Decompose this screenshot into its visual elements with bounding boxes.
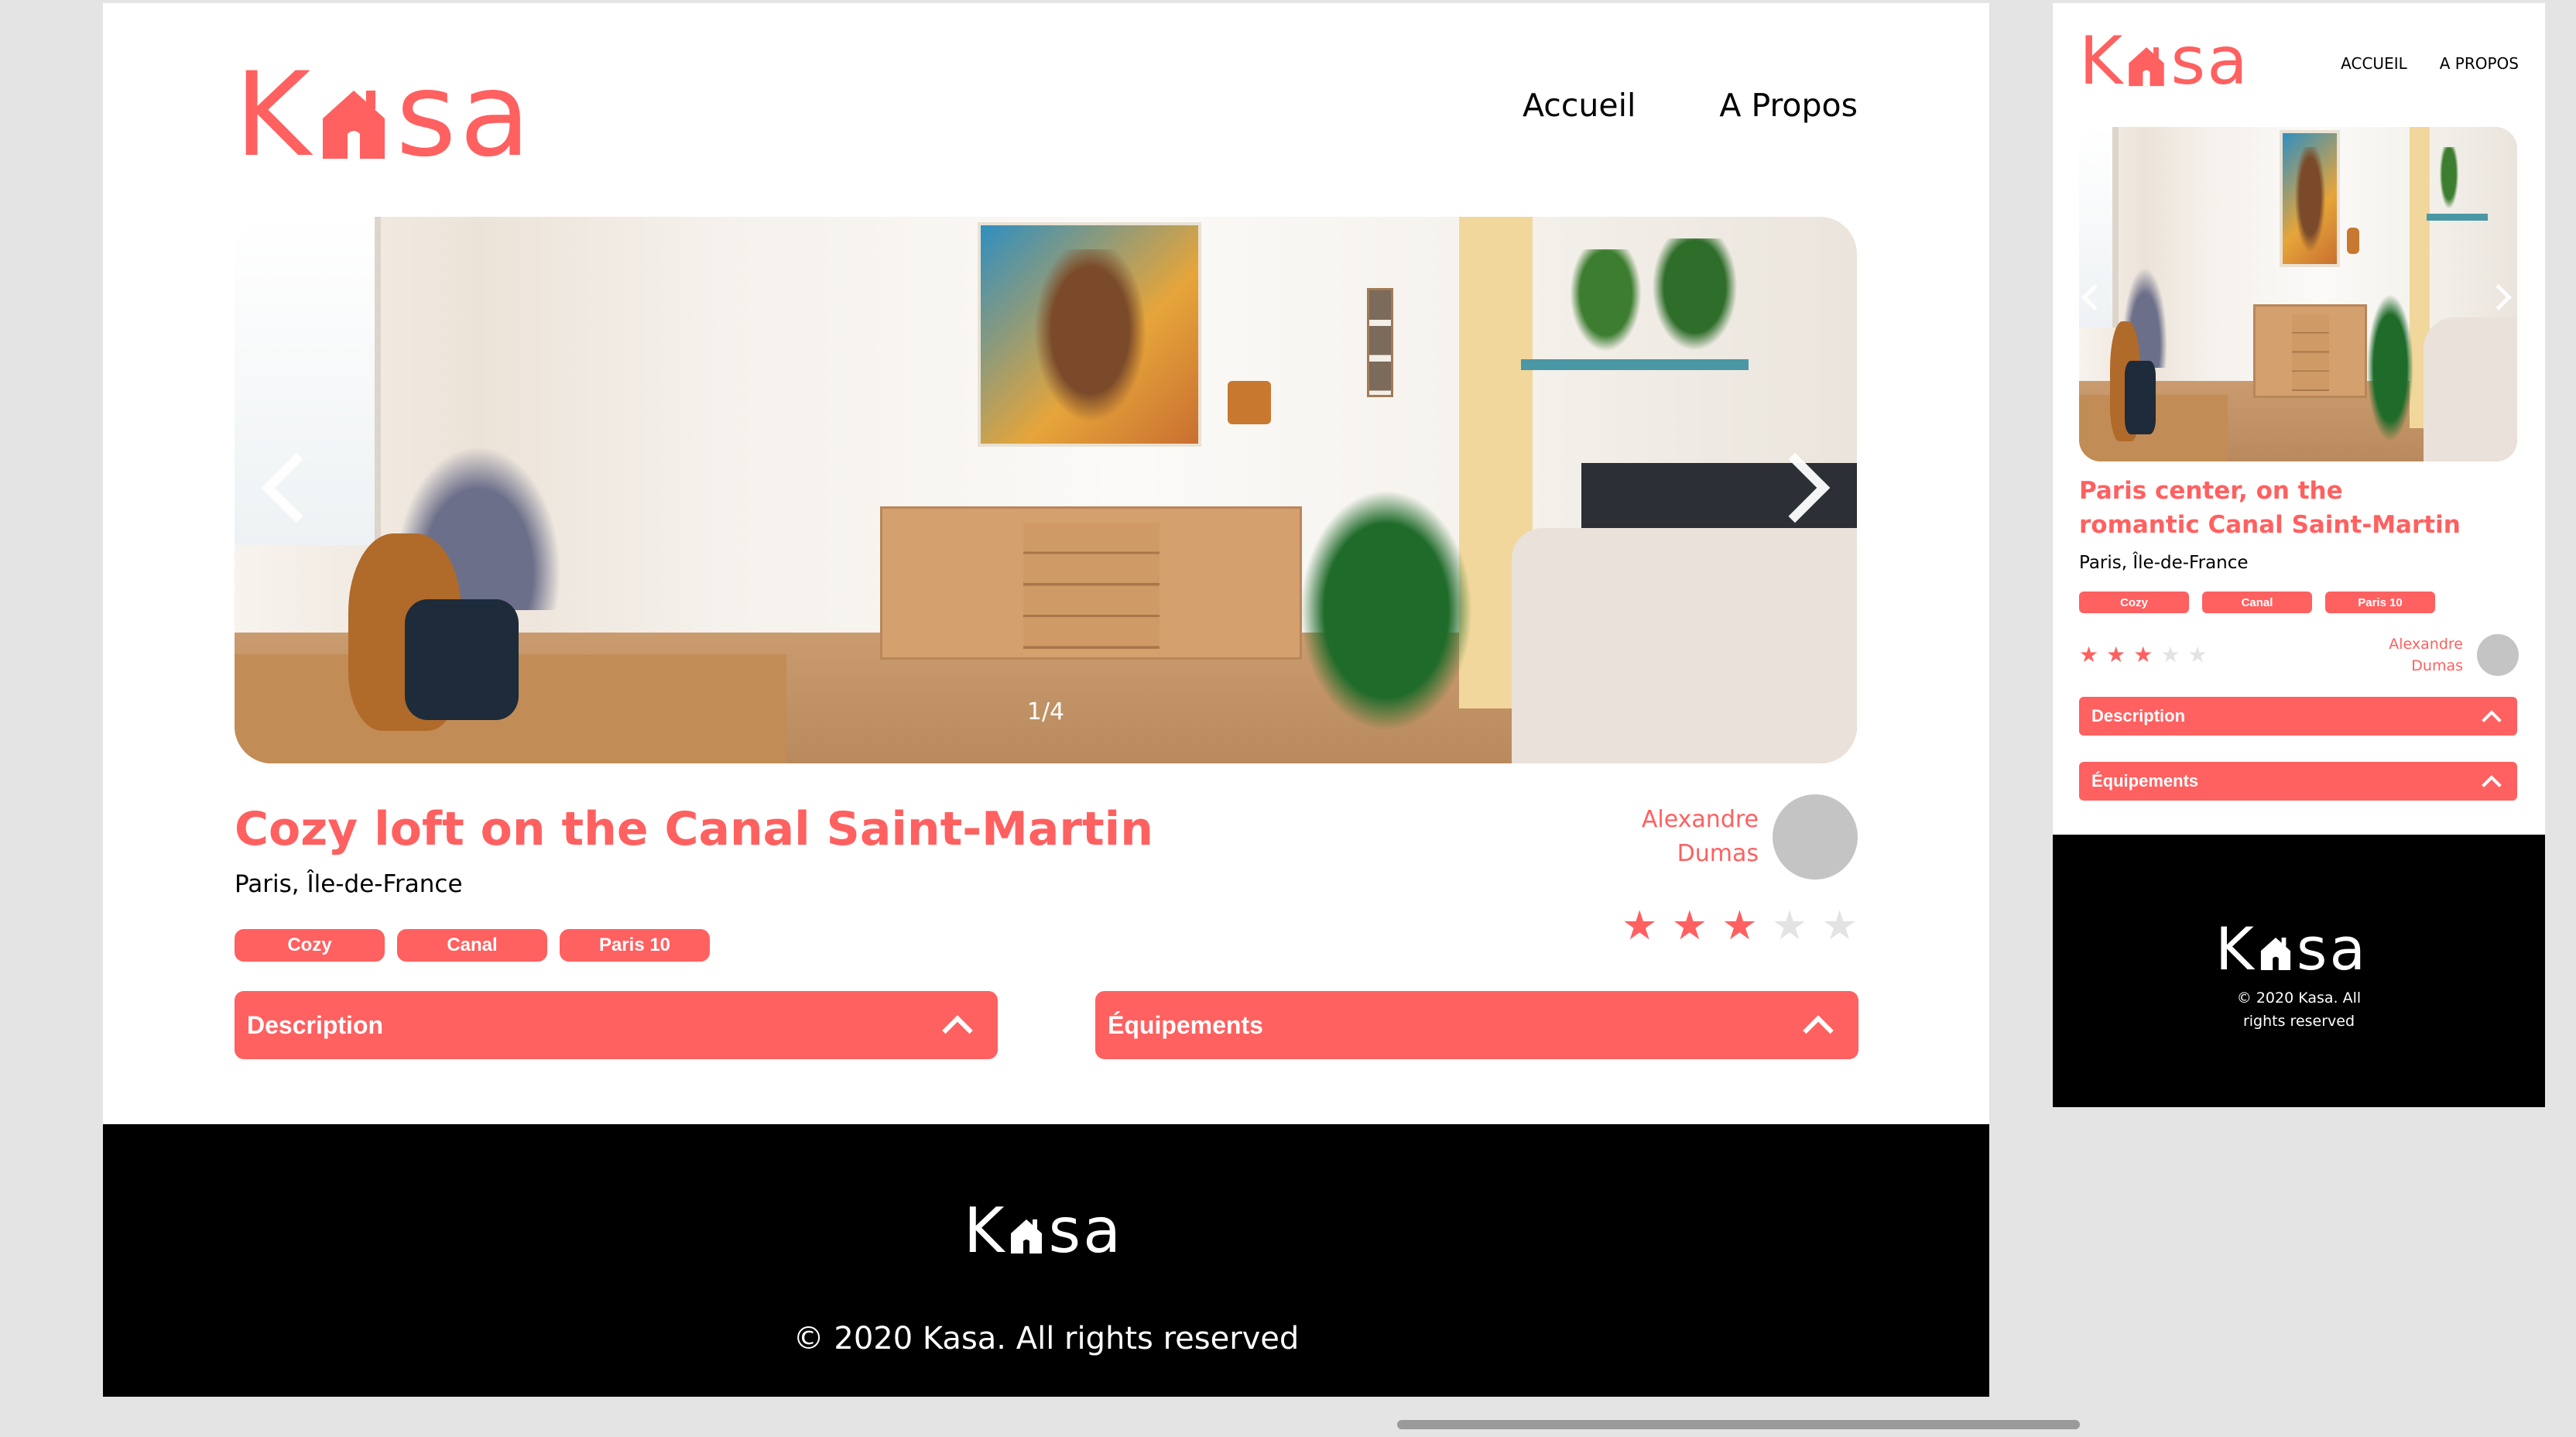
host-first-name: Alexandre [1641,806,1759,833]
chevron-up-icon[interactable] [1803,1015,1834,1046]
collapse-title: Description [2091,706,2186,725]
photo-carousel: 1/4 [235,217,1857,763]
footer: K sa © 2020 Kasa. All rights reserved [2053,835,2545,1107]
logo-letters-sa: sa [2296,914,2369,983]
host-last-name: Dumas [2411,657,2463,674]
logo-letters-sa: sa [2170,22,2249,100]
star-empty-icon: ★ [2160,643,2180,667]
house-icon [2129,47,2165,87]
kasa-logo[interactable]: K sa [2079,28,2249,94]
equipements-collapse[interactable]: Équipements [1095,991,1858,1059]
nav-accueil[interactable]: Accueil [1523,87,1636,124]
copyright: © 2020 Kasa. All rights reserved [2053,986,2545,1033]
host-first-name: Alexandre [2389,636,2463,653]
kasa-logo[interactable]: K sa [235,57,533,173]
host-last-name: Dumas [1677,840,1759,867]
nav-a-propos[interactable]: A Propos [1719,87,1858,124]
carousel-counter: 1/4 [1026,698,1065,725]
logo-letter-k: K [964,1195,1007,1267]
collapse-title: Description [247,1010,384,1039]
rating-stars: ★ ★ ★ ★ ★ [2079,644,2208,666]
equipements-collapse[interactable]: Équipements [2079,762,2517,801]
footer: K sa © 2020 Kasa. All rights reserved [103,1124,1989,1397]
host-info: Alexandre Dumas [2389,633,2519,677]
collapse-title: Équipements [1108,1010,1263,1039]
main-nav: ACCUEIL A PROPOS [2341,54,2519,73]
house-icon [1011,1219,1043,1254]
nav-a-propos[interactable]: A PROPOS [2440,54,2519,73]
star-filled-icon: ★ [1721,904,1758,948]
chevron-up-icon[interactable] [2482,775,2502,795]
collapse-title: Équipements [2091,771,2199,791]
host-name: Alexandre Dumas [1642,803,1759,871]
copyright-line: rights reserved [2242,1013,2355,1030]
logo-letters-sa: sa [396,48,534,183]
star-filled-icon: ★ [1671,904,1708,948]
description-collapse[interactable]: Description [235,991,998,1059]
horizontal-scrollbar[interactable] [1397,1420,2080,1429]
tag-list: Cozy Canal Paris 10 [235,929,710,962]
star-filled-icon: ★ [1621,904,1658,948]
desktop-page: K sa Accueil A Propos 1/4 Cozy loft on t… [103,3,1989,1397]
footer-logo: K sa [2215,920,2368,979]
photo-carousel [2079,127,2517,461]
star-empty-icon: ★ [1771,904,1808,948]
copyright: © 2020 Kasa. All rights reserved [793,1321,1300,1356]
tag: Canal [2202,592,2312,613]
listing-location: Paris, Île-de-France [235,870,463,898]
mobile-page: K sa ACCUEIL A PROPOS Paris center, on t… [2053,3,2545,1107]
host-name: Alexandre Dumas [2389,633,2463,677]
star-filled-icon: ★ [2079,643,2099,667]
host-avatar [2477,634,2519,676]
apartment-photo [2079,127,2517,461]
logo-letters-sa: sa [1048,1195,1124,1267]
host-avatar [1773,794,1858,880]
star-empty-icon: ★ [1821,904,1858,948]
star-filled-icon: ★ [2133,643,2153,667]
listing-title: Cozy loft on the Canal Saint-Martin [235,802,1153,856]
star-filled-icon: ★ [2106,643,2126,667]
nav-accueil[interactable]: ACCUEIL [2341,54,2407,73]
host-info: Alexandre Dumas [1642,794,1858,880]
logo-letter-k: K [2215,914,2256,983]
tag: Paris 10 [560,929,710,962]
apartment-photo [235,217,1857,763]
chevron-up-icon[interactable] [2482,710,2502,730]
copyright-line: © 2020 Kasa. All [2236,989,2362,1007]
house-icon [323,91,385,159]
description-collapse[interactable]: Description [2079,697,2517,736]
rating-stars: ★ ★ ★ ★ ★ [1622,906,1858,946]
house-icon [2260,937,2290,970]
tag: Cozy [2079,592,2189,613]
tag-list: Cozy Canal Paris 10 [2079,592,2435,613]
logo-letter-k: K [2079,22,2125,100]
star-empty-icon: ★ [2187,643,2208,667]
listing-location: Paris, Île-de-France [2079,553,2249,573]
chevron-up-icon[interactable] [942,1015,973,1046]
listing-title: Paris center, on the romantic Canal Sain… [2079,477,2461,539]
tag: Paris 10 [2325,592,2435,613]
main-nav: Accueil A Propos [1523,87,1858,124]
footer-logo: K sa [964,1200,1123,1262]
tag: Cozy [235,929,385,962]
logo-letter-k: K [235,48,314,183]
tag: Canal [397,929,547,962]
